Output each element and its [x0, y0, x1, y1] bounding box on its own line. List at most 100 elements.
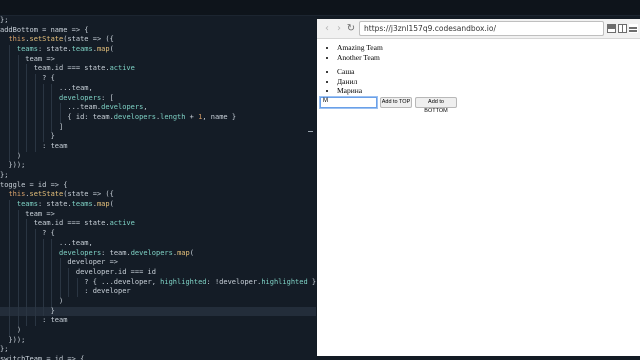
indent-guide — [9, 54, 11, 65]
developer-item[interactable]: Саша — [337, 67, 362, 77]
code-text: ...team, — [0, 83, 93, 92]
indent-guide — [26, 248, 28, 259]
code-text: this.setState(state => ({ — [8, 35, 114, 44]
developer-name-input[interactable]: М — [319, 96, 378, 109]
code-line[interactable]: : team — [0, 316, 316, 326]
indent-guide — [59, 103, 61, 113]
indent-guide — [9, 122, 11, 133]
code-line[interactable]: ...team.developers, — [0, 103, 316, 113]
indent-guide — [43, 238, 44, 249]
code-text: })); — [0, 161, 26, 170]
team-item[interactable]: Amazing Team — [337, 43, 383, 53]
code-line[interactable]: }; — [0, 171, 316, 181]
menu-icon[interactable] — [629, 24, 638, 33]
indent-guide — [9, 296, 11, 307]
indent-guide — [26, 132, 28, 142]
indent-guide — [26, 83, 28, 94]
code-line[interactable]: teams: state.teams.map( — [0, 200, 316, 210]
code-line[interactable]: ) — [0, 296, 316, 307]
reload-icon[interactable]: ↻ — [345, 22, 357, 36]
code-line[interactable]: ? { — [0, 229, 316, 239]
team-item[interactable]: Another Team — [337, 53, 383, 63]
code-text: }; — [0, 171, 9, 179]
code-line[interactable]: } — [0, 306, 316, 317]
indent-guide — [34, 316, 36, 326]
add-to-top-button[interactable]: Add to TOP — [380, 97, 412, 108]
code-line[interactable]: } — [0, 132, 316, 142]
indent-guide — [9, 229, 11, 239]
indent-guide — [68, 267, 70, 278]
code-line[interactable]: ? { — [0, 74, 316, 84]
indent-guide — [9, 112, 11, 123]
code-line[interactable]: developers: team.developers.map( — [0, 248, 316, 259]
code-line[interactable]: }; — [0, 16, 316, 26]
indent-guide — [43, 258, 44, 268]
indent-guide — [34, 83, 36, 94]
indent-guide — [17, 54, 19, 65]
indent-guide — [9, 64, 11, 75]
code-line[interactable]: developer => — [0, 258, 316, 268]
code-line[interactable]: ...team, — [0, 238, 316, 249]
indent-guide — [43, 93, 44, 104]
code-line[interactable]: })); — [0, 336, 316, 346]
code-line[interactable]: developer.id === id — [0, 267, 316, 278]
indent-guide — [43, 83, 44, 94]
indent-guide — [26, 238, 28, 249]
developer-item[interactable]: Марина — [337, 86, 362, 96]
code-line[interactable]: ...team, — [0, 83, 316, 94]
code-line[interactable]: ? { ...developer, highlighted: !develope… — [0, 277, 316, 288]
indent-guide — [17, 209, 19, 220]
url-bar[interactable]: https://j3znl157q9.codesandbox.io/ — [359, 21, 604, 36]
indent-guide — [9, 287, 11, 297]
scroll-marker — [308, 131, 313, 132]
window-top-bar — [0, 0, 640, 16]
code-line[interactable]: team.id === state.active — [0, 219, 316, 230]
developer-item[interactable]: Данил — [337, 77, 362, 87]
indent-guide — [26, 219, 28, 230]
code-line[interactable]: : team — [0, 141, 316, 152]
code-line[interactable]: : developer — [0, 287, 316, 297]
indent-guide — [34, 287, 36, 297]
window-layout-icon[interactable] — [607, 24, 616, 33]
indent-guide — [51, 83, 53, 94]
code-text: ...team.developers, — [67, 103, 148, 112]
indent-guide — [26, 229, 28, 239]
code-line[interactable]: switchTeam = id => { — [0, 355, 316, 360]
code-text: team.id === state.active — [0, 219, 135, 228]
code-text: toggle = id => { — [0, 180, 68, 189]
team-list: Amazing Team Another Team — [337, 43, 383, 62]
code-line[interactable]: this.setState(state => ({ — [0, 190, 316, 200]
code-text: })); — [0, 335, 26, 344]
code-line[interactable]: developers: [ — [0, 93, 316, 104]
code-line[interactable]: ) — [0, 151, 316, 162]
indent-guide — [51, 267, 53, 278]
code-editor[interactable]: }; addBottom = name => { this.setState(st… — [0, 16, 316, 360]
indent-guide — [9, 141, 11, 152]
code-text: this.setState(state => ({ — [8, 190, 114, 199]
code-line[interactable]: addBottom = name => { — [0, 26, 316, 36]
code-line[interactable]: teams: state.teams.map( — [0, 45, 316, 55]
indent-guide — [51, 248, 53, 259]
code-line[interactable]: toggle = id => { — [0, 181, 316, 191]
indent-guide — [17, 258, 19, 268]
code-line[interactable]: this.setState(state => ({ — [0, 35, 316, 45]
indent-guide — [26, 258, 28, 268]
indent-guide — [9, 326, 11, 336]
code-lines: }; addBottom = name => { this.setState(st… — [0, 16, 316, 360]
indent-guide — [59, 267, 61, 278]
code-line[interactable]: { id: team.developers.length + 1, name } — [0, 112, 316, 123]
add-to-bottom-button[interactable]: Add to BOTTOM — [415, 97, 457, 114]
forward-icon[interactable]: › — [333, 22, 345, 36]
code-line[interactable]: team => — [0, 209, 316, 220]
code-line[interactable]: }; — [0, 345, 316, 355]
code-line[interactable]: ] — [0, 122, 316, 133]
code-line[interactable]: })); — [0, 161, 316, 171]
indent-guide — [26, 122, 28, 133]
indent-guide — [26, 103, 28, 113]
indent-guide — [17, 122, 19, 133]
code-line[interactable]: team.id === state.active — [0, 64, 316, 75]
code-line[interactable]: ) — [0, 326, 316, 336]
code-line[interactable]: team => — [0, 54, 316, 65]
split-view-icon[interactable] — [618, 24, 627, 33]
back-icon[interactable]: ‹ — [321, 22, 333, 36]
